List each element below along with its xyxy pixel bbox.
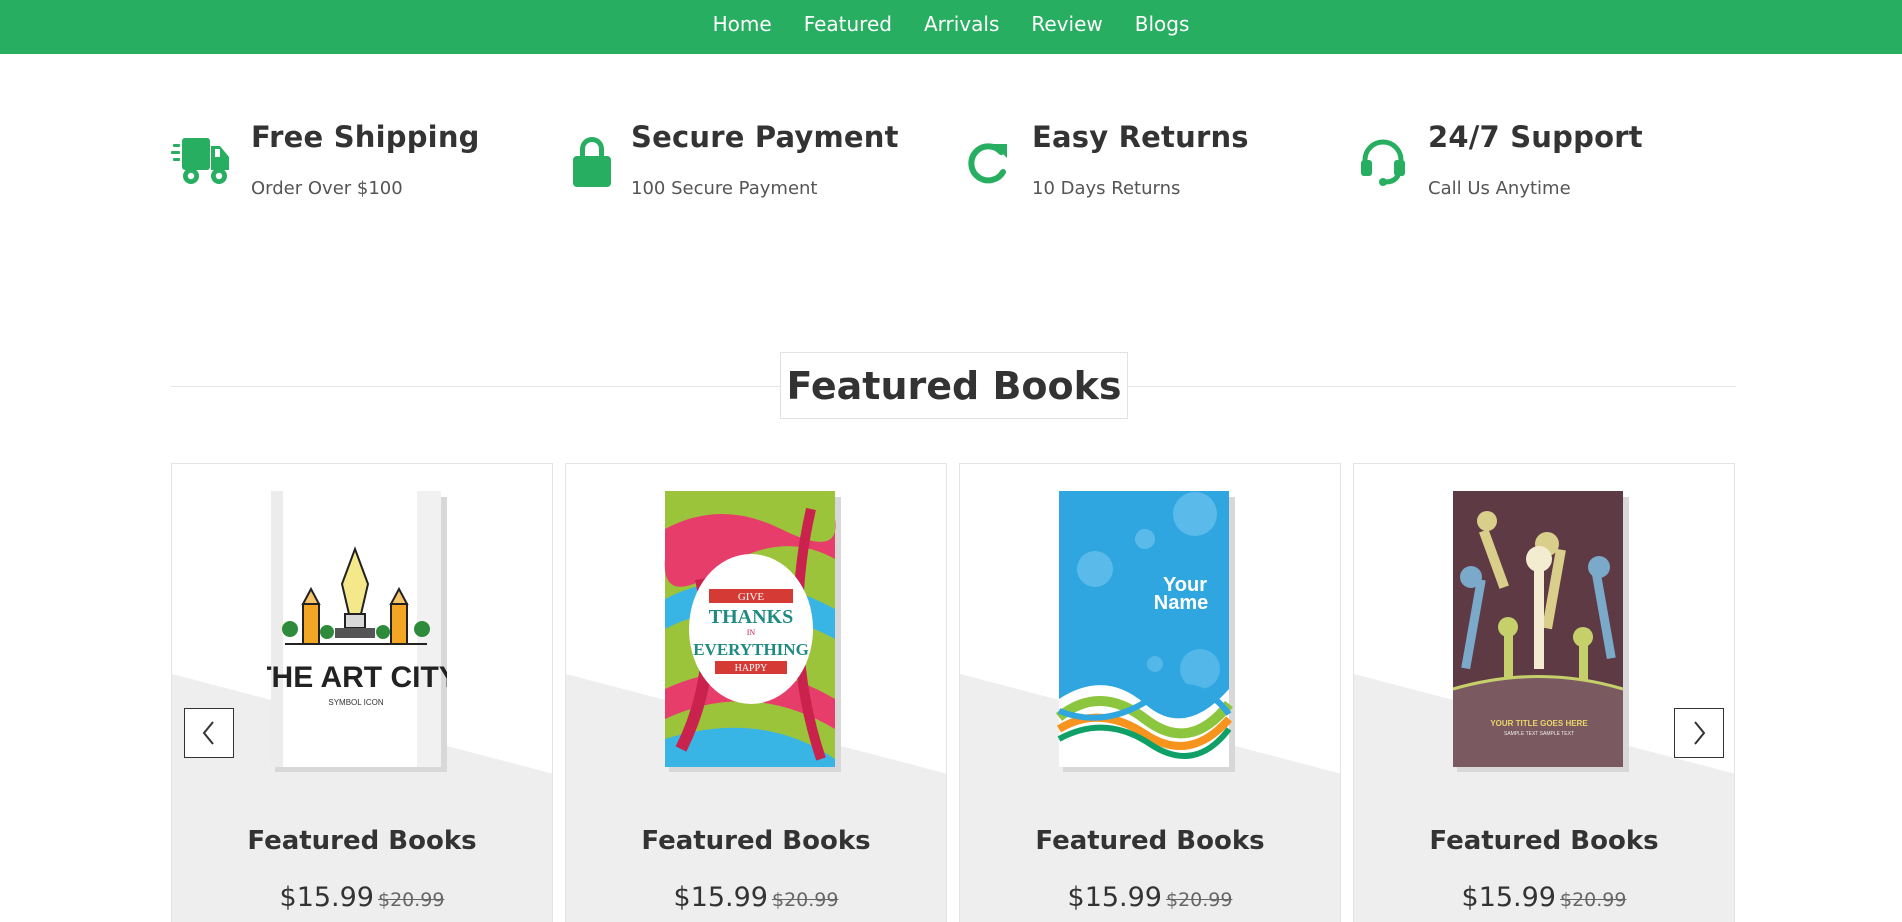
section-heading: Featured Books	[780, 352, 1128, 419]
nav-link-home[interactable]: Home	[697, 0, 788, 51]
svg-text:EVERYTHING: EVERYTHING	[693, 640, 809, 659]
slider-next-button[interactable]	[1674, 708, 1724, 758]
book-cover-art-city[interactable]: THE ART CITY SYMBOL ICON	[267, 489, 447, 772]
book-card[interactable]: GIVE THANKS IN EVERYTHING HAPPY Featured…	[565, 463, 947, 922]
nav-link-blogs[interactable]: Blogs	[1119, 0, 1206, 51]
current-price: $15.99	[673, 882, 768, 913]
chevron-left-icon	[202, 721, 214, 745]
svg-text:THANKS: THANKS	[709, 606, 793, 628]
top-navbar: Home Featured Arrivals Review Blogs	[0, 0, 1902, 54]
book-title[interactable]: Featured Books	[960, 826, 1340, 856]
book-title[interactable]: Featured Books	[172, 826, 552, 856]
current-price: $15.99	[1461, 882, 1556, 913]
feature-title: Secure Payment	[631, 120, 899, 154]
book-price: $15.99 $20.99	[172, 882, 552, 913]
current-price: $15.99	[1067, 882, 1162, 913]
book-cover-give-thanks[interactable]: GIVE THANKS IN EVERYTHING HAPPY	[661, 489, 841, 772]
svg-text:SYMBOL ICON: SYMBOL ICON	[328, 698, 383, 707]
old-price: $20.99	[1166, 889, 1233, 911]
book-price: $15.99 $20.99	[960, 882, 1340, 913]
nav-link-review[interactable]: Review	[1015, 0, 1118, 51]
current-price: $15.99	[279, 882, 374, 913]
old-price: $20.99	[1560, 889, 1627, 911]
nav-link-arrivals[interactable]: Arrivals	[908, 0, 1015, 51]
svg-text:GIVE: GIVE	[738, 591, 765, 603]
book-card[interactable]: YOUR TITLE GOES HERE SAMPLE TEXT SAMPLE …	[1353, 463, 1735, 922]
truck-icon	[171, 138, 229, 184]
feature-title: 24/7 Support	[1428, 120, 1643, 154]
svg-text:YOUR TITLE GOES HERE: YOUR TITLE GOES HERE	[1490, 719, 1588, 728]
feature-subtitle: 10 Days Returns	[1032, 178, 1181, 199]
book-title[interactable]: Featured Books	[566, 826, 946, 856]
svg-text:HAPPY: HAPPY	[735, 663, 768, 674]
section-heading-text: Featured Books	[786, 363, 1122, 408]
book-cover-hands[interactable]: YOUR TITLE GOES HERE SAMPLE TEXT SAMPLE …	[1449, 489, 1629, 772]
svg-text:Name: Name	[1154, 592, 1208, 614]
featured-books-slider: THE ART CITY SYMBOL ICON Featured Books …	[171, 463, 1736, 922]
book-card[interactable]: THE ART CITY SYMBOL ICON Featured Books …	[171, 463, 553, 922]
feature-subtitle: 100 Secure Payment	[631, 178, 818, 199]
svg-text:IN: IN	[747, 628, 756, 637]
feature-subtitle: Call Us Anytime	[1428, 178, 1571, 199]
book-title[interactable]: Featured Books	[1354, 826, 1734, 856]
book-cover-your-name[interactable]: Your Name	[1055, 489, 1235, 772]
svg-text:THE ART CITY: THE ART CITY	[267, 661, 447, 694]
feature-title: Easy Returns	[1032, 120, 1249, 154]
slider-prev-button[interactable]	[184, 708, 234, 758]
book-price: $15.99 $20.99	[1354, 882, 1734, 913]
book-price: $15.99 $20.99	[566, 882, 946, 913]
redo-icon	[968, 143, 1007, 184]
svg-text:SAMPLE TEXT SAMPLE TEXT: SAMPLE TEXT SAMPLE TEXT	[1504, 731, 1574, 737]
old-price: $20.99	[378, 889, 445, 911]
feature-title: Free Shipping	[251, 120, 480, 154]
feature-subtitle: Order Over $100	[251, 178, 403, 199]
nav-link-featured[interactable]: Featured	[788, 0, 908, 51]
lock-icon	[573, 137, 611, 187]
old-price: $20.99	[772, 889, 839, 911]
book-card[interactable]: Your Name Featured Books $15.99 $20.99	[959, 463, 1341, 922]
chevron-right-icon	[1694, 721, 1706, 745]
headset-icon	[1361, 139, 1405, 186]
features-row: Free Shipping Order Over $100 Secure Pay…	[0, 118, 1902, 208]
